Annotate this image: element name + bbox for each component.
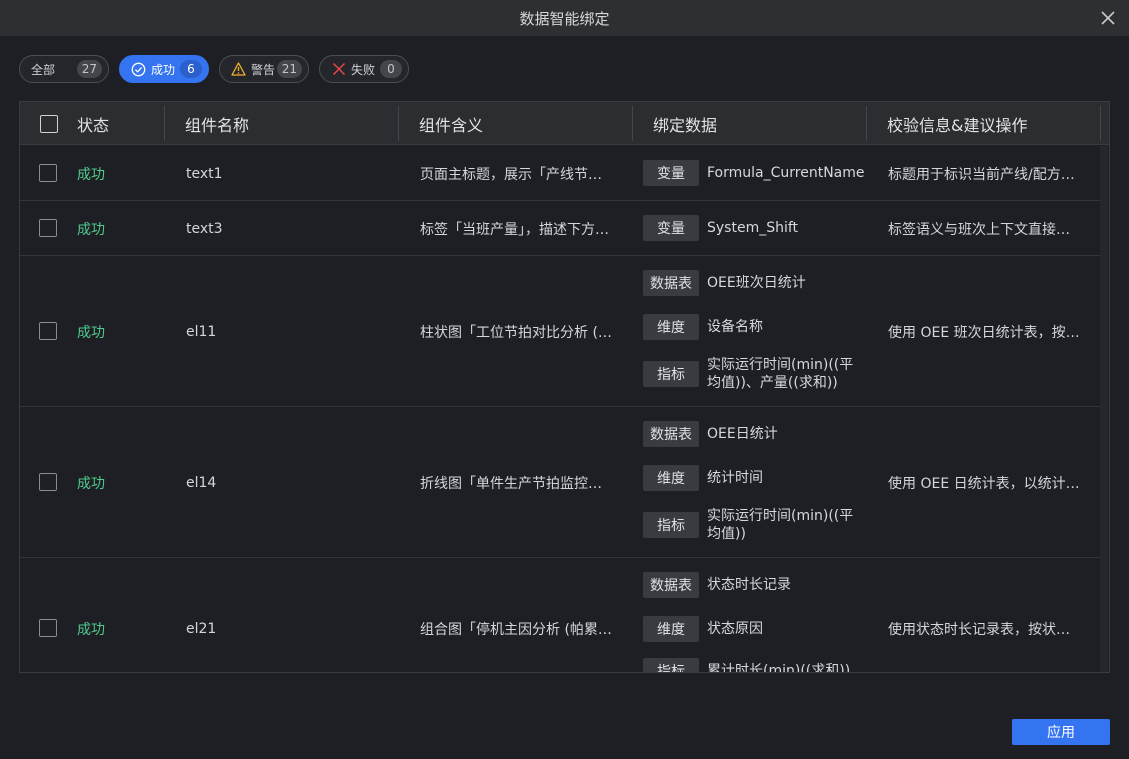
binding-item: 维度 状态原因	[643, 616, 763, 642]
row-advice: 使用状态时长记录表，按状…	[888, 622, 1070, 638]
check-circle-icon	[131, 62, 146, 77]
dialog-title: 数据智能绑定	[519, 9, 610, 28]
row-component-meaning: 柱状图「工位节拍对比分析 (…	[420, 324, 612, 341]
row-component-name: el11	[186, 323, 217, 340]
table-row: 成功 el11 柱状图「工位节拍对比分析 (… 数据表 OEE班次日统计 维度 …	[20, 256, 1100, 407]
binding-tag: 指标	[643, 512, 699, 538]
row-component-name: el14	[186, 474, 217, 491]
filter-success-label: 成功	[151, 62, 176, 77]
filter-all-chip[interactable]: 全部 27	[19, 55, 109, 83]
row-checkbox[interactable]	[39, 473, 57, 491]
dialog-titlebar: 数据智能绑定	[0, 0, 1129, 36]
table-row: 成功 el14 折线图「单件生产节拍监控… 数据表 OEE日统计 维度 统计时间…	[20, 407, 1100, 558]
header-divider	[1100, 106, 1101, 141]
binding-item: 维度 设备名称	[643, 314, 763, 340]
row-checkbox[interactable]	[39, 619, 57, 637]
row-advice: 使用 OEE 班次日统计表，按…	[888, 324, 1080, 341]
header-validation-advice: 校验信息&建议操作	[887, 115, 1028, 135]
select-all-checkbox[interactable]	[40, 115, 58, 133]
filter-error-count: 0	[380, 60, 402, 78]
row-component-name: text1	[186, 165, 223, 182]
table-scrollbar[interactable]	[1100, 146, 1108, 672]
binding-item: 数据表 OEE班次日统计	[643, 270, 806, 296]
filter-success-chip[interactable]: 成功 6	[119, 55, 209, 83]
row-status: 成功	[77, 622, 105, 638]
binding-item: 变量 System_Shift	[643, 215, 798, 241]
binding-value: 累计时长(min)((求和))	[707, 663, 851, 673]
binding-value: 状态时长记录	[707, 577, 791, 593]
binding-value: 状态原因	[707, 621, 763, 637]
binding-table: 状态 组件名称 组件含义 绑定数据 校验信息&建议操作 成功 text1 页面主…	[19, 101, 1110, 673]
header-component-name: 组件名称	[185, 115, 250, 135]
header-divider	[632, 106, 633, 141]
filter-warning-chip[interactable]: 警告 21	[219, 55, 309, 83]
binding-tag: 数据表	[643, 572, 699, 598]
binding-value: OEE班次日统计	[707, 275, 806, 291]
filter-warning-count: 21	[276, 60, 302, 78]
binding-value: 设备名称	[707, 319, 763, 335]
row-component-meaning: 页面主标题，展示「产线节…	[420, 166, 602, 183]
filter-all-count: 27	[76, 60, 102, 78]
filter-all-label: 全部	[31, 62, 56, 77]
binding-value: OEE日统计	[707, 426, 778, 442]
binding-item: 指标 实际运行时间(min)((平均值))	[643, 507, 857, 543]
binding-tag: 指标	[643, 658, 699, 672]
row-advice: 标签语义与班次上下文直接…	[888, 221, 1070, 238]
header-status: 状态	[77, 115, 110, 135]
header-divider	[398, 106, 399, 141]
warning-icon	[231, 62, 246, 77]
binding-tag: 数据表	[643, 421, 699, 447]
header-bound-data: 绑定数据	[653, 115, 718, 135]
filter-error-chip[interactable]: 失败 0	[319, 55, 409, 83]
header-divider	[164, 106, 165, 141]
x-icon	[331, 62, 346, 77]
binding-value: 统计时间	[707, 470, 763, 486]
row-component-meaning: 标签「当班产量」，描述下方…	[420, 221, 609, 238]
table-row: 成功 text1 页面主标题，展示「产线节… 变量 Formula_Curren…	[20, 146, 1100, 201]
row-checkbox[interactable]	[39, 322, 57, 340]
row-status: 成功	[77, 475, 105, 492]
binding-value: System_Shift	[707, 220, 799, 236]
binding-tag: 变量	[643, 160, 699, 186]
binding-tag: 维度	[643, 465, 699, 491]
row-component-name: text3	[186, 220, 223, 237]
row-component-meaning: 折线图「单件生产节拍监控…	[420, 475, 602, 492]
header-divider	[866, 106, 867, 141]
row-status: 成功	[77, 324, 105, 341]
filter-warning-label: 警告	[251, 62, 276, 77]
row-component-name: el21	[186, 621, 217, 637]
binding-item: 数据表 状态时长记录	[643, 572, 791, 598]
binding-tag: 维度	[643, 314, 699, 340]
row-checkbox[interactable]	[39, 219, 57, 237]
table-header: 状态 组件名称 组件含义 绑定数据 校验信息&建议操作	[20, 102, 1109, 145]
binding-item: 数据表 OEE日统计	[643, 421, 778, 447]
filter-error-label: 失败	[351, 62, 376, 77]
row-component-meaning: 组合图「停机主因分析 (帕累…	[420, 622, 612, 638]
row-status: 成功	[77, 221, 105, 238]
filter-success-count: 6	[180, 60, 202, 78]
binding-value: 实际运行时间(min)((平均值))、产量((求和))	[707, 357, 854, 391]
row-checkbox[interactable]	[39, 164, 57, 182]
close-button[interactable]	[1099, 9, 1117, 27]
header-component-meaning: 组件含义	[419, 115, 484, 135]
binding-value: 实际运行时间(min)((平均值))	[707, 508, 854, 542]
status-filter-bar: 全部 27 成功 6 警告 21 失败 0	[19, 55, 409, 83]
row-status: 成功	[77, 166, 105, 183]
binding-tag: 变量	[643, 215, 699, 241]
binding-item: 维度 统计时间	[643, 465, 763, 491]
binding-item: 指标 实际运行时间(min)((平均值))、产量((求和))	[643, 356, 857, 392]
table-row: 成功 el21 组合图「停机主因分析 (帕累… 数据表 状态时长记录 维度 状态…	[20, 558, 1100, 673]
table-row: 成功 text3 标签「当班产量」，描述下方… 变量 System_Shift …	[20, 201, 1100, 256]
binding-tag: 维度	[643, 616, 699, 642]
close-icon	[1101, 11, 1115, 25]
binding-item: 指标 累计时长(min)((求和))	[643, 658, 851, 673]
binding-value: Formula_CurrentName	[707, 165, 865, 181]
row-advice: 使用 OEE 日统计表，以统计…	[888, 475, 1080, 492]
binding-tag: 数据表	[643, 270, 699, 296]
binding-item: 变量 Formula_CurrentName	[643, 160, 865, 186]
row-advice: 标题用于标识当前产线/配方…	[888, 166, 1075, 183]
apply-button[interactable]: 应用	[1012, 719, 1110, 745]
binding-tag: 指标	[643, 361, 699, 387]
